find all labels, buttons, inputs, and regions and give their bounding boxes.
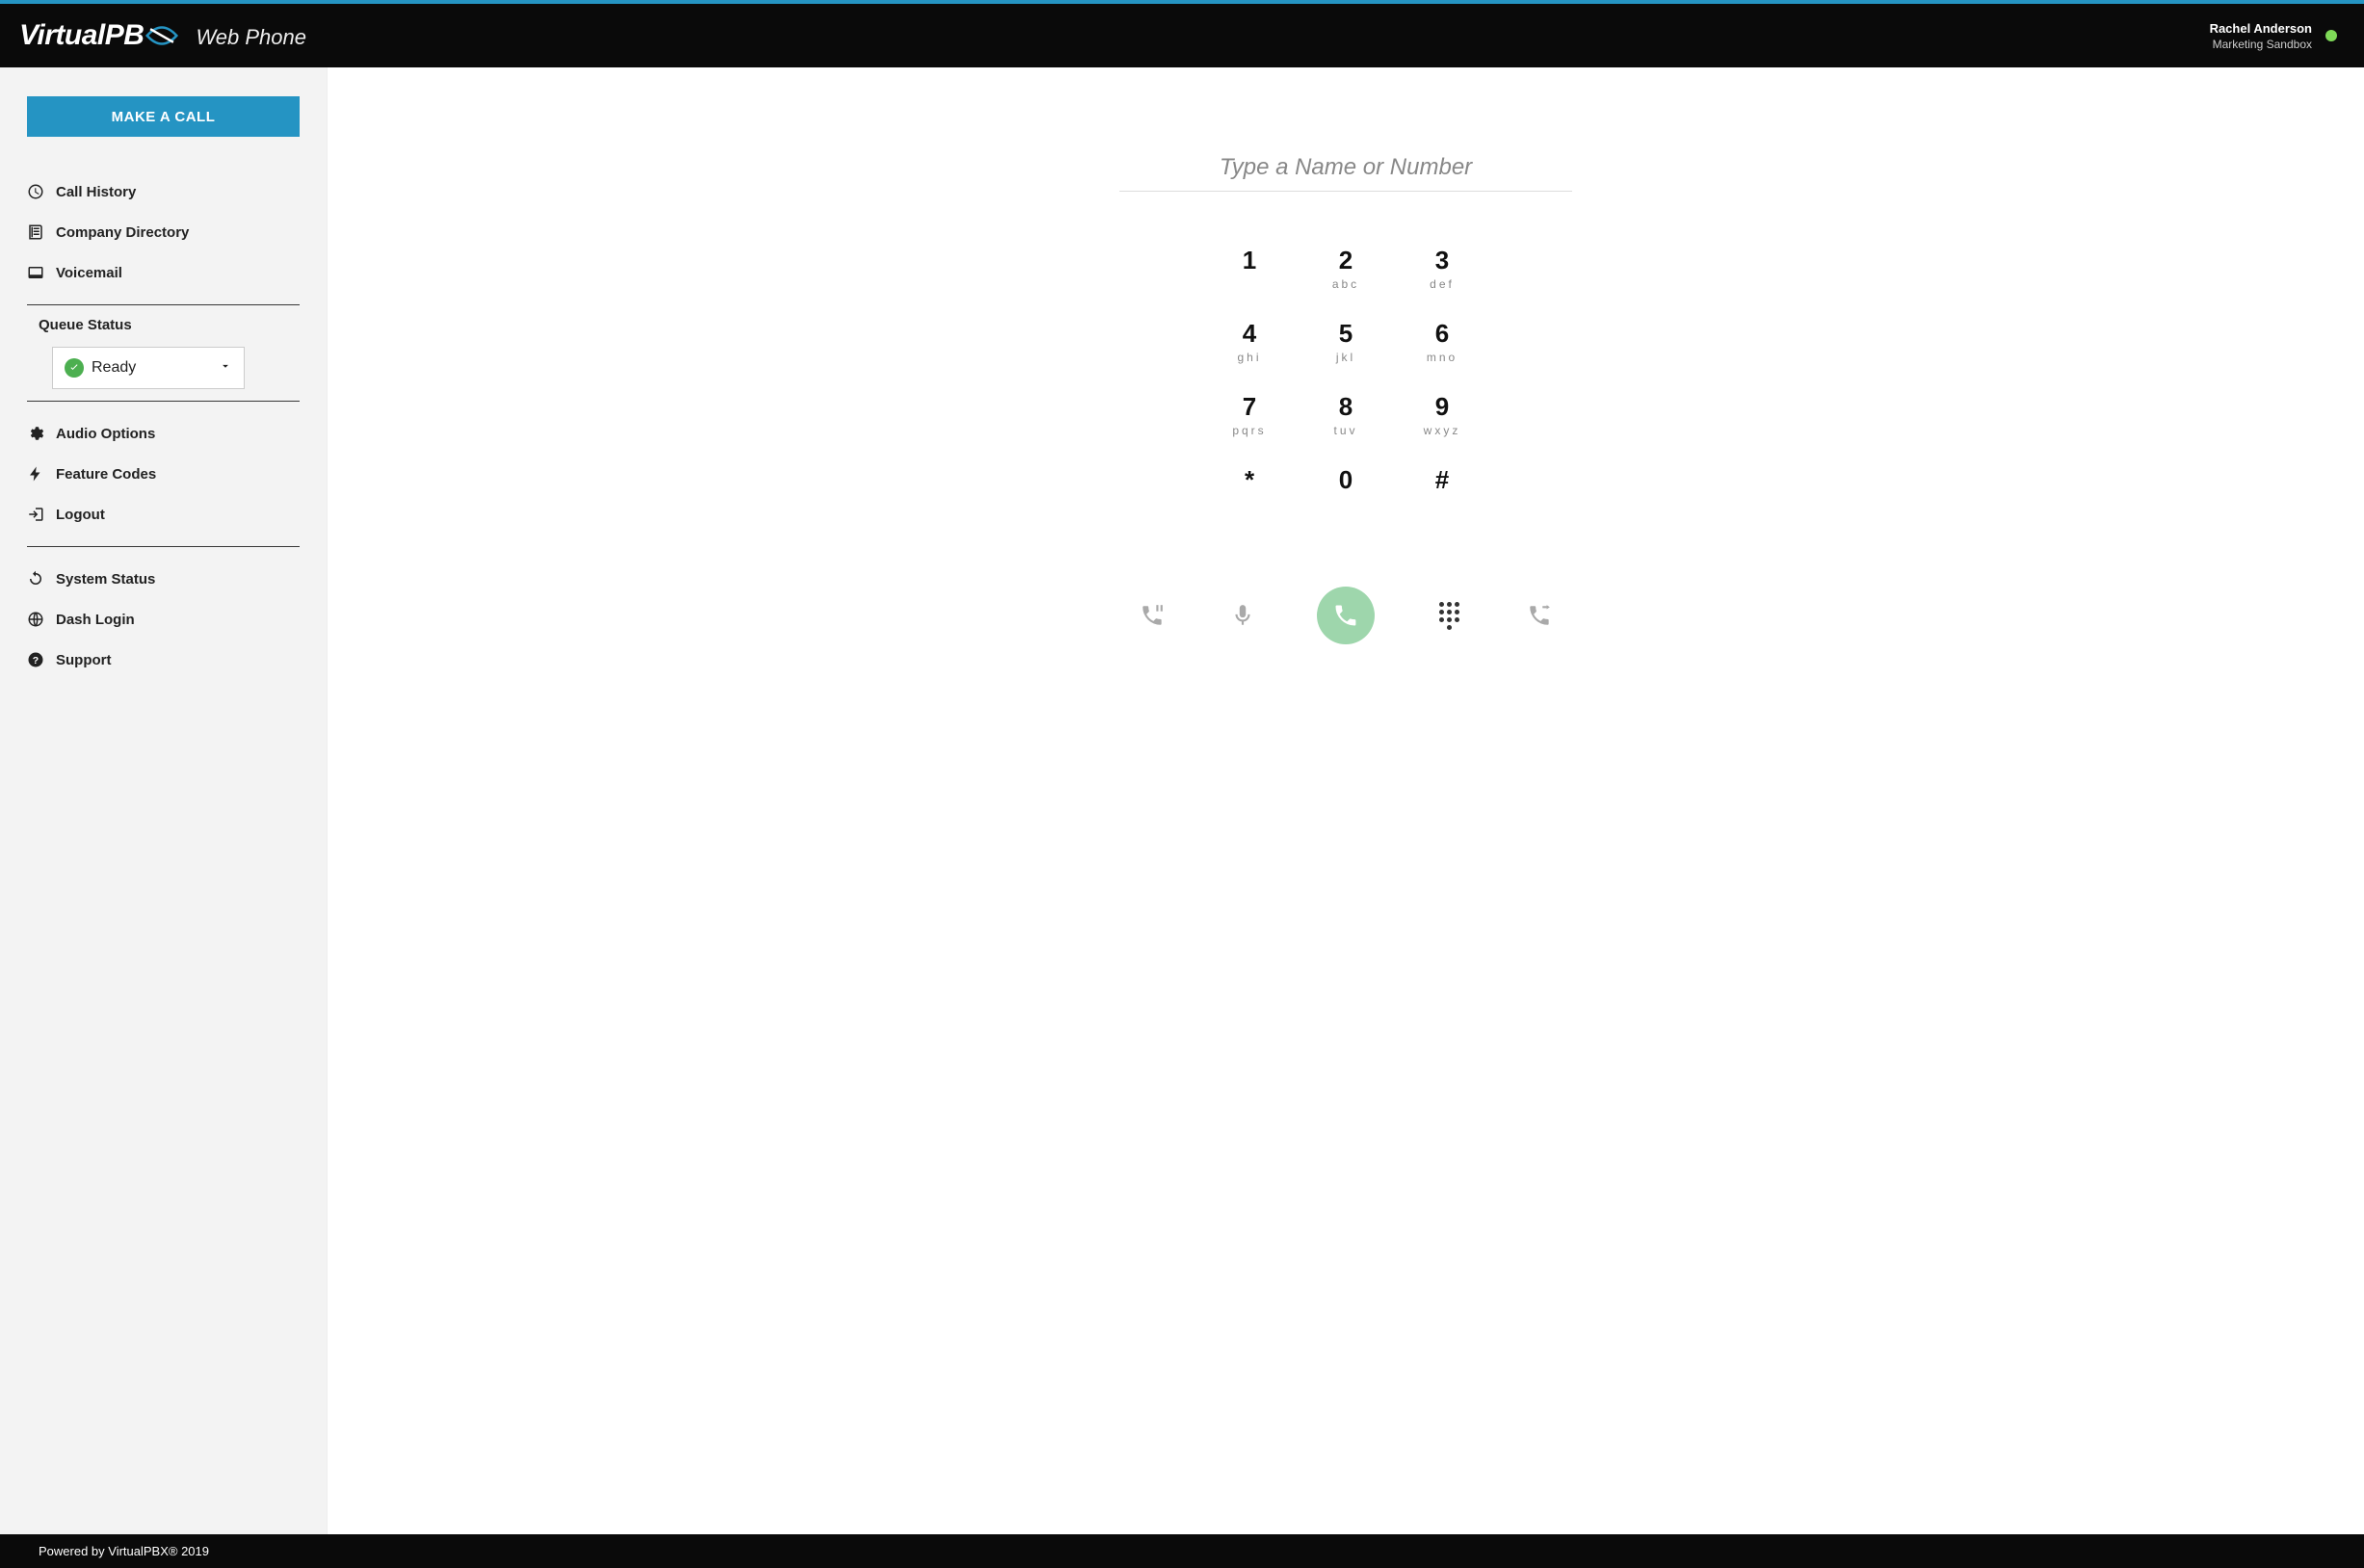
sidebar-item-label: Company Directory [56,224,189,241]
sidebar-item-label: Call History [56,184,136,200]
mute-button[interactable] [1226,599,1259,632]
logo-suffix: PB [105,19,144,52]
logo-swoosh-icon [145,24,178,47]
queue-status-label-row: Queue Status [27,317,300,333]
key-0[interactable]: 0 [1298,465,1394,538]
key-4[interactable]: 4ghi [1201,319,1298,392]
sidebar-item-label: Voicemail [56,265,122,281]
logout-icon [27,506,44,523]
key-9[interactable]: 9wxyz [1394,392,1490,465]
hold-button[interactable] [1136,599,1169,632]
call-button[interactable] [1317,587,1375,644]
sidebar-item-label: Audio Options [56,426,155,442]
chevron-down-icon [219,359,232,378]
voicemail-icon [27,264,44,281]
sidebar-item-support[interactable]: ? Support [27,640,300,680]
user-name: Rachel Anderson [2210,21,2312,36]
key-6[interactable]: 6mno [1394,319,1490,392]
queue-status-label: Queue Status [39,317,132,333]
key-1[interactable]: 1 [1201,246,1298,319]
brand-logo: VirtualPB [19,19,178,52]
nav-group-settings: Audio Options Feature Codes Logout [27,413,300,535]
sidebar-item-logout[interactable]: Logout [27,494,300,535]
nav-separator [27,401,300,402]
phone-icon [1332,602,1359,629]
key-8[interactable]: 8tuv [1298,392,1394,465]
sidebar-item-audio-options[interactable]: Audio Options [27,413,300,454]
sidebar-item-label: Dash Login [56,612,135,628]
key-star[interactable]: * [1201,465,1298,538]
product-name: Web Phone [196,25,306,50]
refresh-icon [27,570,44,588]
nav-group-primary: Call History Company Directory Voicemail [27,171,300,293]
call-action-row [1136,587,1556,644]
nav-group-links: System Status Dash Login ? Support [27,559,300,680]
sidebar-item-company-directory[interactable]: Company Directory [27,212,300,252]
key-5[interactable]: 5jkl [1298,319,1394,392]
directory-icon [27,223,44,241]
sidebar-item-label: Feature Codes [56,466,156,483]
key-3[interactable]: 3def [1394,246,1490,319]
svg-text:?: ? [33,655,39,666]
key-2[interactable]: 2abc [1298,246,1394,319]
phone-forward-icon [1527,603,1552,628]
sidebar-item-label: Logout [56,507,105,523]
help-icon: ? [27,651,44,668]
sidebar-item-dash-login[interactable]: Dash Login [27,599,300,640]
check-circle-icon [65,358,84,378]
sidebar-item-label: Support [56,652,112,668]
logo-prefix: Virtual [19,19,105,52]
user-subtitle: Marketing Sandbox [2210,38,2312,51]
clock-icon [27,183,44,200]
globe-icon [27,611,44,628]
queue-status-select[interactable]: Ready [52,347,245,389]
sidebar: MAKE A CALL Call History Company Directo… [0,67,328,1534]
dialer-panel: 1 2abc 3def 4ghi 5jkl 6mno 7pqrs 8tuv 9w… [328,67,2364,1534]
footer-text: Powered by VirtualPBX® 2019 [39,1544,209,1558]
queue-status-selected: Ready [92,359,136,377]
dialpad: 1 2abc 3def 4ghi 5jkl 6mno 7pqrs 8tuv 9w… [1201,246,1490,538]
key-hash[interactable]: # [1394,465,1490,538]
user-info: Rachel Anderson Marketing Sandbox [2210,21,2312,51]
keypad-button[interactable] [1432,599,1465,632]
footer: Powered by VirtualPBX® 2019 [0,1534,2364,1568]
dialpad-icon [1439,602,1459,630]
app-header: VirtualPB Web Phone Rachel Anderson Mark… [0,4,2364,67]
sidebar-item-feature-codes[interactable]: Feature Codes [27,454,300,494]
bolt-icon [27,465,44,483]
transfer-button[interactable] [1523,599,1556,632]
presence-dot-icon [2325,30,2337,41]
sidebar-item-voicemail[interactable]: Voicemail [27,252,300,293]
dial-input[interactable] [1119,154,1572,192]
mic-icon [1230,603,1255,628]
logo-block: VirtualPB Web Phone [19,19,306,52]
nav-separator [27,304,300,305]
sidebar-item-label: System Status [56,571,155,588]
gear-icon [27,425,44,442]
sidebar-item-system-status[interactable]: System Status [27,559,300,599]
key-7[interactable]: 7pqrs [1201,392,1298,465]
make-a-call-button[interactable]: MAKE A CALL [27,96,300,137]
nav-separator [27,546,300,547]
phone-pause-icon [1140,603,1165,628]
sidebar-item-call-history[interactable]: Call History [27,171,300,212]
